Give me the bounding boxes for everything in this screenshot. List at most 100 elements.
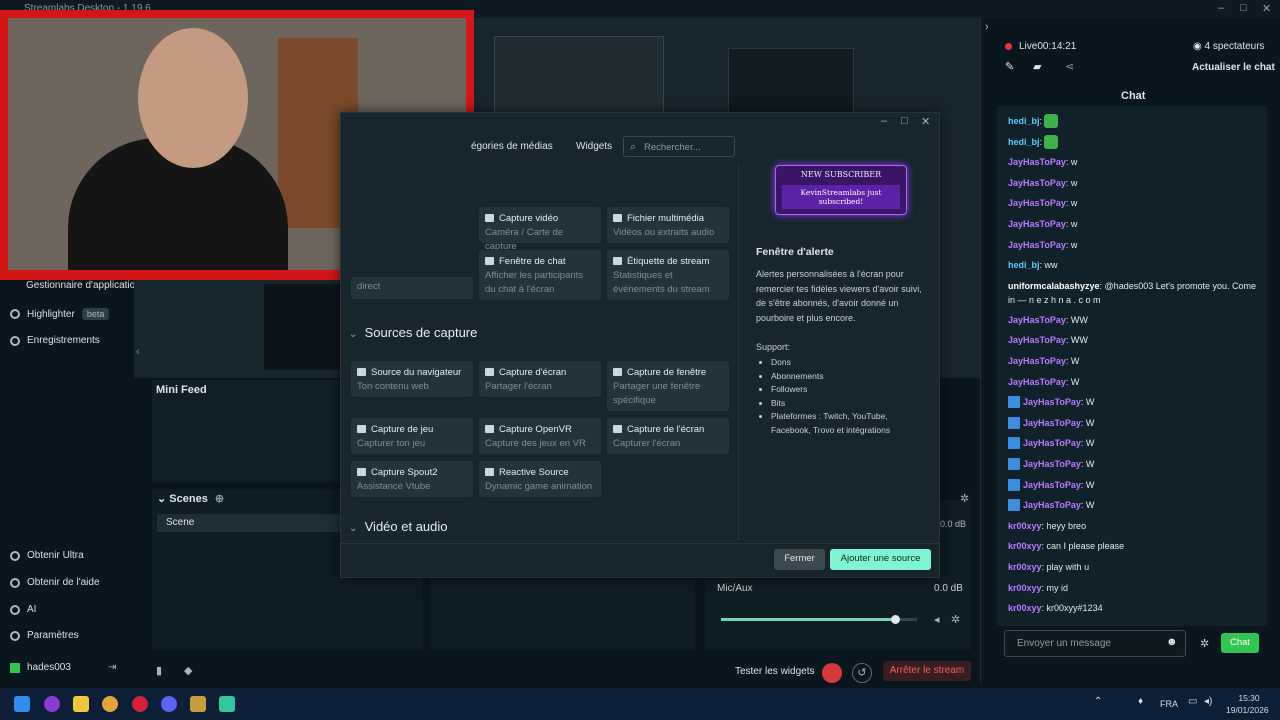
chat-username[interactable]: JayHasToPay xyxy=(1023,397,1081,407)
add-source-button[interactable]: Ajouter une source xyxy=(830,549,931,570)
nav-user[interactable]: hades003 ⇥ xyxy=(10,662,116,673)
refresh-chat-button[interactable]: Actualiser le chat xyxy=(1192,62,1275,73)
notification-icon[interactable]: ◆ xyxy=(184,664,192,677)
chat-username[interactable]: JayHasToPay xyxy=(1008,315,1066,325)
close-button[interactable]: Fermer xyxy=(774,549,825,570)
opera-icon[interactable] xyxy=(132,696,148,712)
test-widgets-label[interactable]: Tester les widgets xyxy=(735,666,814,677)
stats-icon[interactable]: ▮ xyxy=(156,664,162,677)
chat-username[interactable]: JayHasToPay xyxy=(1023,438,1081,448)
chat-username[interactable]: kr00xyy xyxy=(1008,541,1042,551)
chat-input[interactable]: Envoyer un message ☻ xyxy=(1004,630,1186,657)
clock-date[interactable]: 19/01/2026 xyxy=(1226,705,1269,715)
chat-tab[interactable]: Chat xyxy=(1121,90,1145,102)
record-button[interactable] xyxy=(822,663,842,683)
chat-username[interactable]: JayHasToPay xyxy=(1008,219,1066,229)
source-card-stream-label[interactable]: Étiquette de stream Statistiques et événe… xyxy=(607,250,729,300)
chat-username[interactable]: kr00xyy xyxy=(1008,583,1042,593)
chat-username[interactable]: kr00xyy xyxy=(1008,521,1042,531)
close-icon[interactable]: ✕ xyxy=(1262,2,1271,15)
source-card-window-capture[interactable]: Capture de fenêtre Partager une fenêtre s… xyxy=(607,361,729,411)
nav-highlighter[interactable]: Highlighter beta xyxy=(10,308,110,320)
source-card-openvr[interactable]: Capture OpenVR Capture des jeux en VR xyxy=(479,418,601,454)
source-card-browser[interactable]: Source du navigateur Ton contenu web xyxy=(351,361,473,397)
source-card-spout2[interactable]: Capture Spout2 Assistance Vtube xyxy=(351,461,473,497)
section-capture[interactable]: ⌄ Sources de capture xyxy=(349,325,477,340)
tab-media-categories[interactable]: égories de médias xyxy=(471,141,553,152)
source-card-screen-capture[interactable]: Capture d'écran Partager l'écran xyxy=(479,361,601,397)
modal-minimize-icon[interactable]: – xyxy=(881,115,887,127)
language-indicator[interactable]: FRA xyxy=(1160,699,1178,709)
chat-username[interactable]: hedi_bj xyxy=(1008,137,1040,147)
source-card-media-file[interactable]: Fichier multimédia Vidéos ou extraits aud… xyxy=(607,207,729,243)
chat-username[interactable]: kr00xyy xyxy=(1008,562,1042,572)
nav-help[interactable]: Obtenir de l'aide xyxy=(10,577,100,588)
nav-app-store[interactable]: Gestionnaire d'applications xyxy=(26,280,146,291)
volume-icon[interactable]: ◂) xyxy=(1204,696,1212,707)
streamlabs-icon[interactable] xyxy=(219,696,235,712)
chat-username[interactable]: hedi_bj xyxy=(1008,260,1040,270)
speaker-icon[interactable]: ◂ xyxy=(934,613,940,626)
logout-icon[interactable]: ⇥ xyxy=(108,662,116,673)
chat-username[interactable]: uniformcalabashyzye xyxy=(1008,281,1100,291)
chat-settings-icon[interactable]: ✲ xyxy=(1200,637,1209,650)
mixer-settings-icon[interactable]: ✲ xyxy=(960,492,969,505)
source-card-video-capture[interactable]: Capture vidéo Caméra / Carte de capture xyxy=(479,207,601,252)
nav-recordings[interactable]: Enregistrements xyxy=(10,335,100,346)
edit-icon[interactable]: ✎ xyxy=(1005,60,1014,73)
section-video-audio[interactable]: ⌄ Vidéo et audio xyxy=(349,519,448,533)
chat-username[interactable]: JayHasToPay xyxy=(1008,377,1066,387)
gear-icon[interactable]: ✲ xyxy=(951,613,960,626)
chat-send-button[interactable]: Chat xyxy=(1221,633,1259,653)
stop-stream-button[interactable]: Arrêter le stream xyxy=(883,661,971,681)
source-card-partial[interactable]: direct xyxy=(351,277,473,299)
scene-item[interactable]: Scene xyxy=(157,514,343,532)
clock-time[interactable]: 15:30 xyxy=(1229,693,1269,703)
mic-tray-icon[interactable]: ♦ xyxy=(1138,696,1143,707)
emoji-icon[interactable]: ☻ xyxy=(1166,636,1178,648)
tray-chevron-icon[interactable]: ⌃ xyxy=(1094,696,1102,707)
nav-settings[interactable]: Paramètres xyxy=(10,630,79,641)
game-icon[interactable] xyxy=(190,696,206,712)
app-icon-purple[interactable] xyxy=(44,696,60,712)
chat-username[interactable]: JayHasToPay xyxy=(1008,198,1066,208)
source-card-game-capture[interactable]: Capture de jeu Capturer ton jeu xyxy=(351,418,473,454)
modal-close-icon[interactable]: ✕ xyxy=(921,115,930,128)
chat-username[interactable]: JayHasToPay xyxy=(1008,335,1066,345)
discord-icon[interactable] xyxy=(161,696,177,712)
folder-icon[interactable]: ▰ xyxy=(1033,60,1041,73)
chat-message: kr00xyy: play with u xyxy=(1008,560,1258,574)
replay-icon[interactable]: ↺ xyxy=(852,663,872,683)
windows-start-icon[interactable] xyxy=(14,696,30,712)
chat-username[interactable]: hedi_bj xyxy=(1008,116,1040,126)
chat-username[interactable]: JayHasToPay xyxy=(1008,240,1066,250)
share-icon[interactable]: ⋖ xyxy=(1065,60,1074,73)
chat-username[interactable]: kr00xyy xyxy=(1008,603,1042,613)
chat-username[interactable]: JayHasToPay xyxy=(1008,178,1066,188)
chrome-icon[interactable] xyxy=(102,696,118,712)
chat-username[interactable]: JayHasToPay xyxy=(1023,459,1081,469)
chat-username[interactable]: JayHasToPay xyxy=(1008,157,1066,167)
source-card-chat-window[interactable]: Fenêtre de chat Afficher les participants… xyxy=(479,250,601,300)
maximize-icon[interactable]: □ xyxy=(1240,2,1247,14)
chat-username[interactable]: JayHasToPay xyxy=(1023,500,1081,510)
minimize-icon[interactable]: – xyxy=(1218,2,1224,14)
source-card-reactive[interactable]: Reactive Source Dynamic game animation xyxy=(479,461,601,497)
settings-icon xyxy=(10,630,20,641)
chevron-down-icon[interactable]: ⌄ xyxy=(157,493,166,505)
add-scene-icon[interactable]: ⊕ xyxy=(215,493,224,505)
folder-icon[interactable] xyxy=(73,696,89,712)
collapse-left-icon[interactable]: ‹ xyxy=(136,346,140,358)
tab-widgets[interactable]: Widgets xyxy=(576,141,612,152)
chat-username[interactable]: JayHasToPay xyxy=(1023,480,1081,490)
modal-maximize-icon[interactable]: □ xyxy=(901,115,908,127)
chat-username[interactable]: JayHasToPay xyxy=(1008,356,1066,366)
mic-volume-track[interactable] xyxy=(721,618,917,621)
chat-username[interactable]: JayHasToPay xyxy=(1023,418,1081,428)
nav-ai[interactable]: AI xyxy=(10,604,36,615)
network-icon[interactable]: ▭ xyxy=(1188,696,1197,707)
search-input[interactable]: ⌕ Rechercher... xyxy=(623,136,735,157)
chevron-right-icon[interactable]: › xyxy=(985,21,989,33)
nav-ultra[interactable]: Obtenir Ultra xyxy=(10,550,84,561)
source-card-screen-region[interactable]: Capture de l'écran Capturer l'écran xyxy=(607,418,729,454)
